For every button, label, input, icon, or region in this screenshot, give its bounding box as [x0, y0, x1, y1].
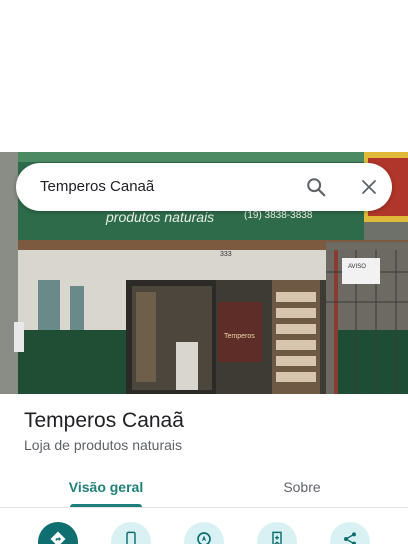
poster-text: Temperos [224, 333, 255, 340]
door-number: 333 [220, 251, 232, 258]
start-navigation-icon [197, 532, 211, 544]
phone-icon [126, 531, 136, 544]
place-category: Loja de produtos naturais [24, 437, 182, 453]
banner-text: produtos naturais [105, 209, 214, 225]
save-button[interactable] [257, 522, 297, 544]
close-icon [362, 180, 376, 194]
search-bar[interactable]: Temperos Canaã [16, 163, 392, 211]
place-title: Temperos Canaã [24, 409, 184, 432]
active-tab-indicator [70, 504, 142, 507]
call-button[interactable] [111, 522, 151, 544]
search-query[interactable]: Temperos Canaã [40, 178, 154, 195]
search-button[interactable] [300, 171, 332, 203]
directions-button[interactable] [38, 522, 78, 544]
search-icon [307, 178, 326, 197]
tab-about[interactable]: Sobre [220, 466, 384, 508]
notice-text: AVISO [348, 264, 366, 270]
action-buttons-row [0, 522, 408, 544]
save-bookmark-icon [272, 531, 282, 544]
map-top-area [0, 0, 408, 152]
start-button[interactable] [184, 522, 224, 544]
share-button[interactable] [330, 522, 370, 544]
tab-overview[interactable]: Visão geral [24, 466, 188, 508]
directions-icon [50, 531, 66, 544]
tab-bar: Visão geral Sobre [0, 466, 408, 508]
close-button[interactable] [353, 171, 385, 203]
share-icon [344, 532, 356, 544]
banner-phone: (19) 3838-3838 [244, 210, 313, 221]
